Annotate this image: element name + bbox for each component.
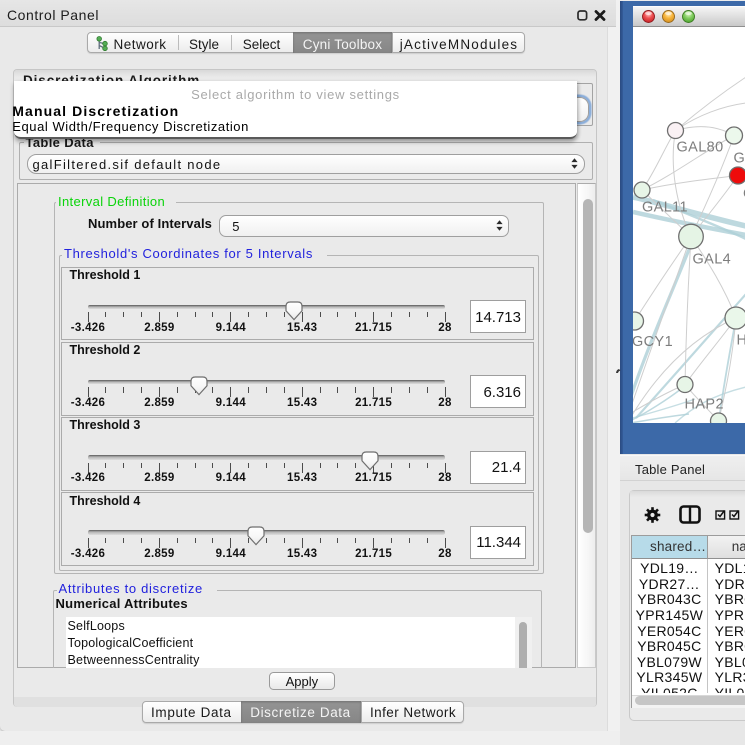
svg-text:HAP2: HAP2 xyxy=(684,396,723,412)
svg-text:H: H xyxy=(736,332,745,348)
svg-text:GCY1: GCY1 xyxy=(633,334,673,350)
svg-text:GA: GA xyxy=(733,150,745,166)
svg-text:GAL80: GAL80 xyxy=(676,139,723,155)
svg-text:GAL4: GAL4 xyxy=(692,251,731,267)
svg-text:GAL11: GAL11 xyxy=(642,199,688,215)
